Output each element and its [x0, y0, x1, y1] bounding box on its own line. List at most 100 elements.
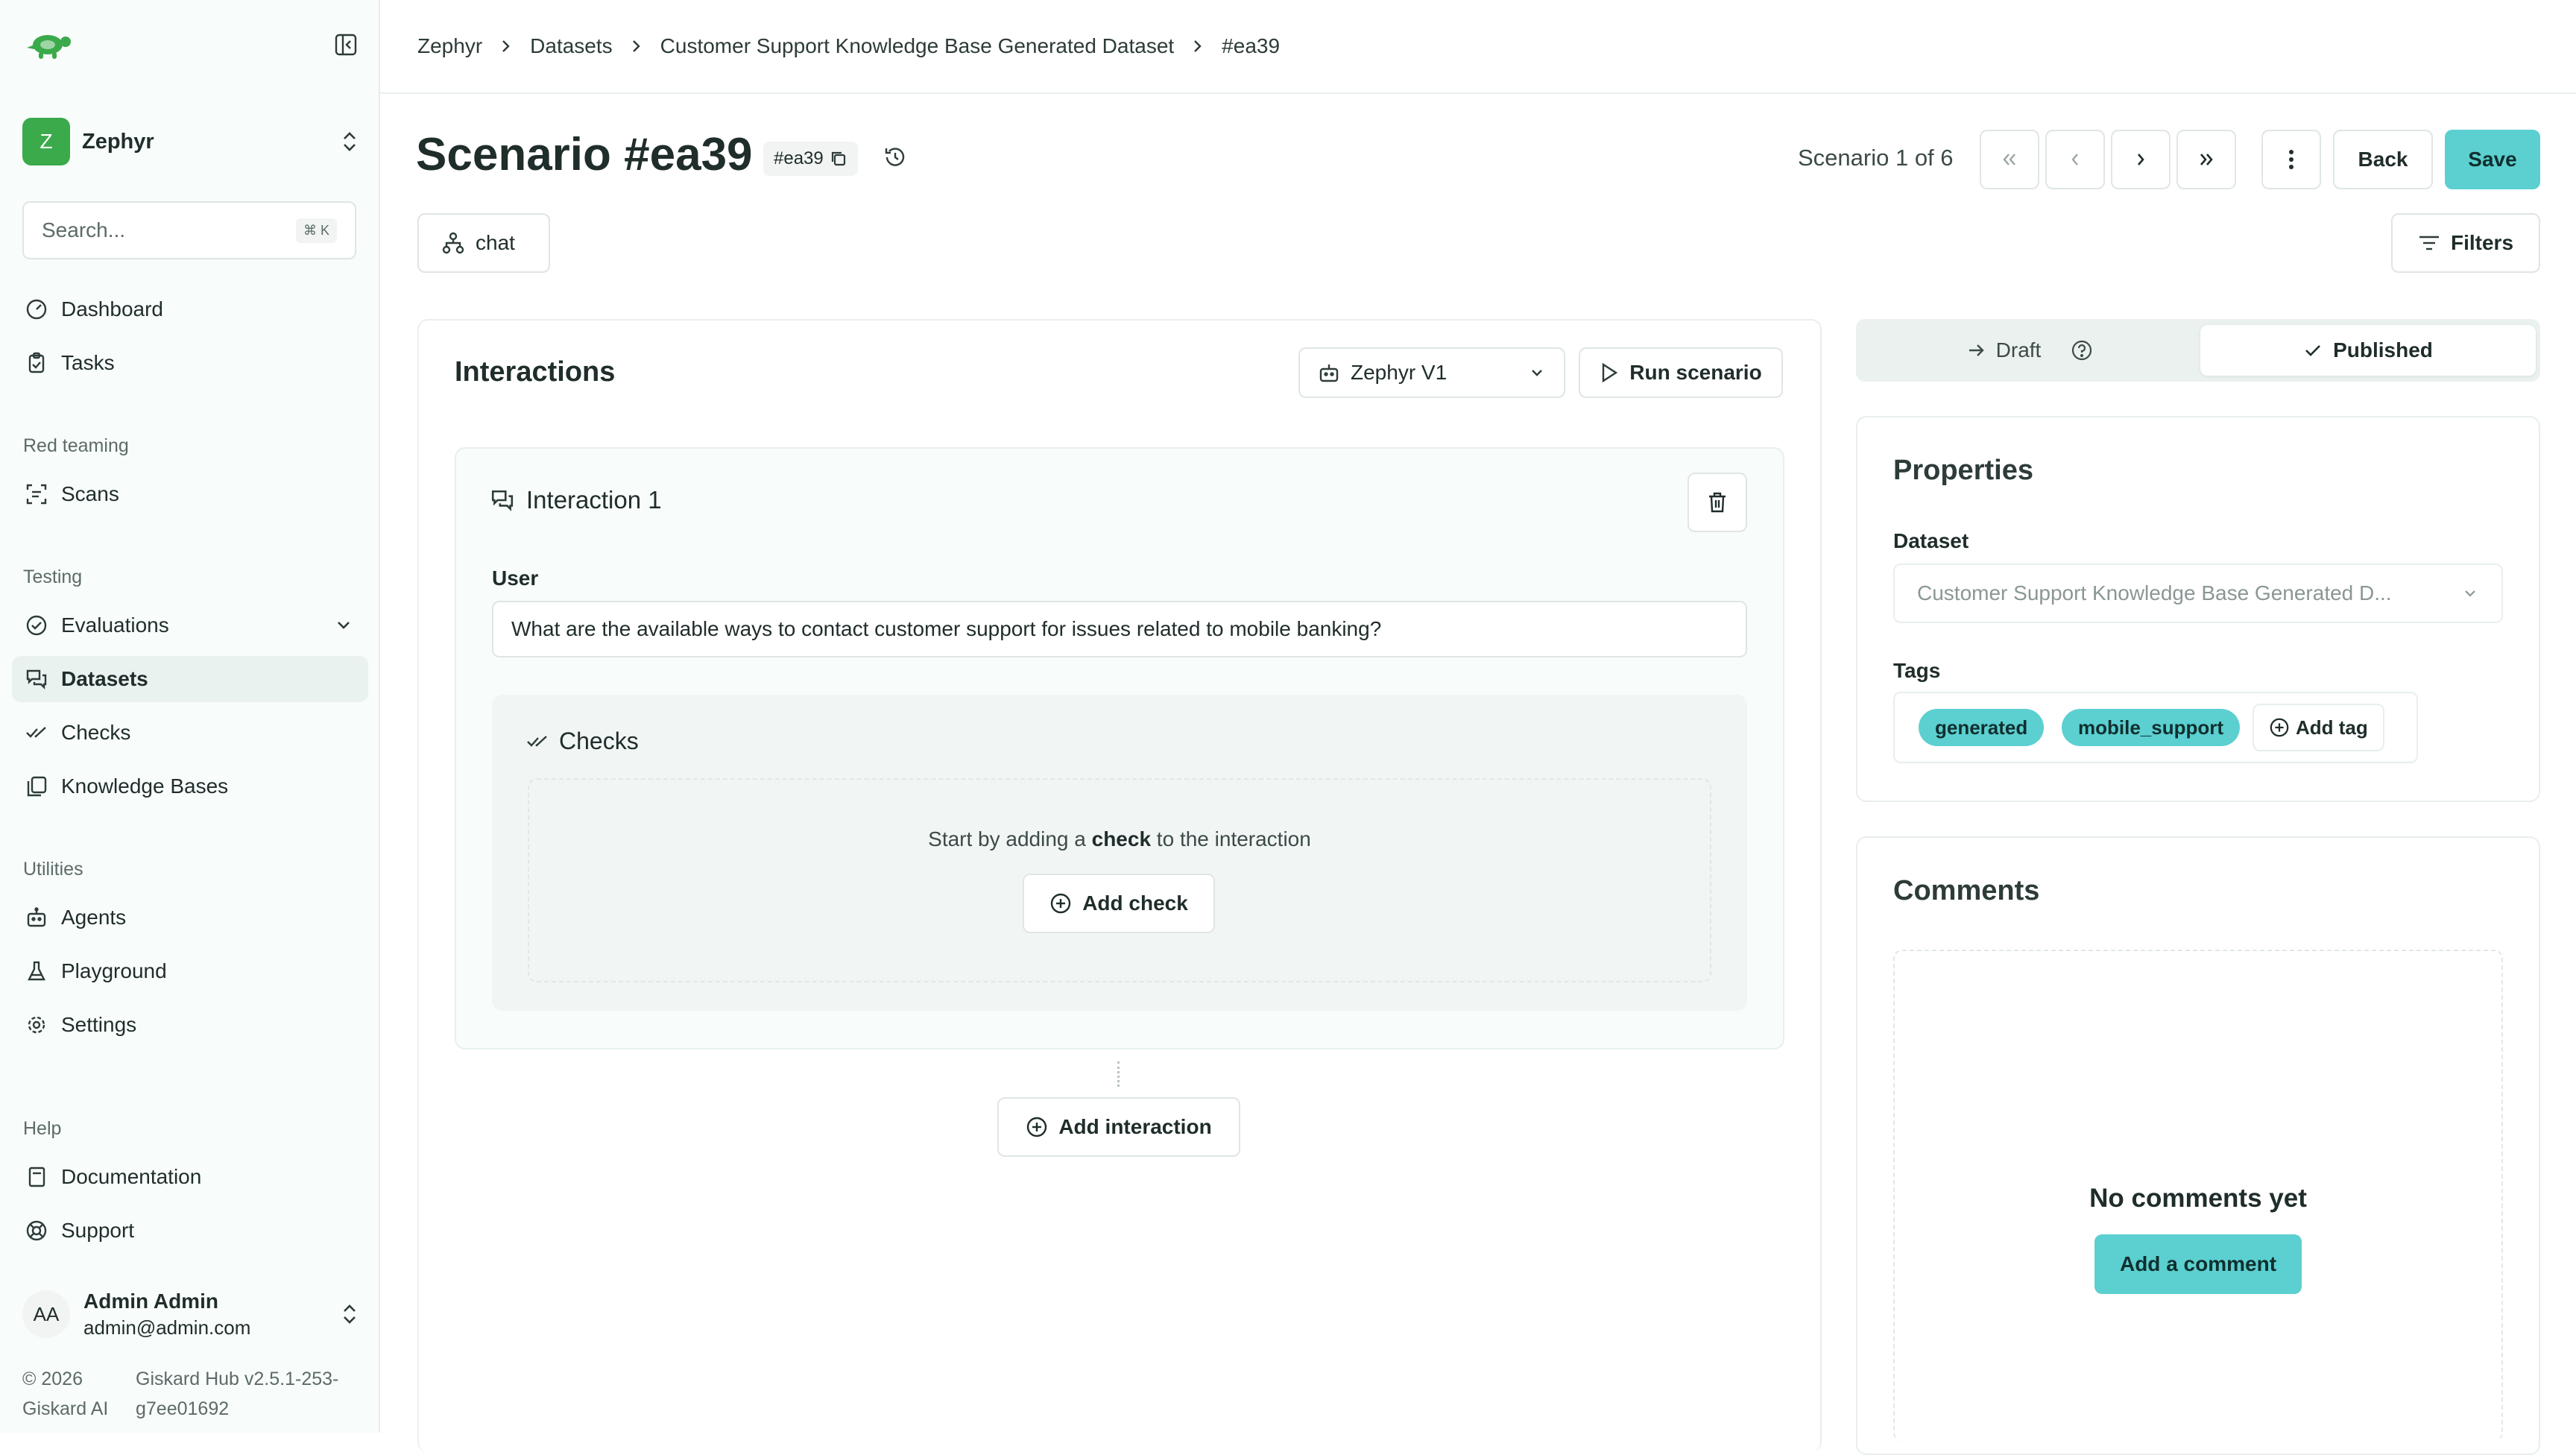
- sidebar-item-settings[interactable]: Settings: [12, 1002, 368, 1048]
- sidebar-item-label: Tasks: [61, 351, 115, 374]
- tag-mobile-support[interactable]: mobile_support: [2062, 709, 2241, 746]
- run-scenario-button[interactable]: Run scenario: [1579, 347, 1783, 398]
- add-interaction-button[interactable]: Add interaction: [997, 1097, 1240, 1157]
- history-icon[interactable]: [883, 145, 908, 170]
- filters-button[interactable]: Filters: [2391, 213, 2540, 273]
- chevron-down-icon: [2461, 584, 2479, 602]
- user-menu[interactable]: AA Admin Admin admin@admin.com: [22, 1287, 359, 1342]
- play-icon: [1600, 362, 1619, 383]
- breadcrumb-item[interactable]: Datasets: [530, 34, 613, 58]
- published-label: Published: [2333, 338, 2433, 362]
- sidebar-item-documentation[interactable]: Documentation: [12, 1154, 368, 1200]
- chevron-up-down-icon: [340, 129, 359, 154]
- next-scenario-button[interactable]: [2111, 130, 2171, 189]
- plus-circle-icon: [2269, 717, 2290, 738]
- messages-icon: [490, 488, 514, 512]
- properties-title: Properties: [1893, 455, 2033, 486]
- clipboard-icon: [24, 350, 49, 376]
- user-message-input[interactable]: What are the available ways to contact c…: [492, 601, 1747, 657]
- sidebar-item-datasets[interactable]: Datasets: [12, 656, 368, 702]
- add-interaction-label: Add interaction: [1058, 1115, 1212, 1138]
- sidebar-item-evaluations[interactable]: Evaluations: [12, 602, 368, 648]
- section-testing: Testing: [23, 566, 83, 587]
- sidebar-item-label: Settings: [61, 1013, 137, 1036]
- checks-header: Checks: [526, 728, 639, 755]
- copyright: © 2026 Giskard AI: [22, 1369, 109, 1419]
- section-red-teaming: Red teaming: [23, 435, 129, 456]
- avatar: AA: [22, 1290, 70, 1338]
- breadcrumb-item[interactable]: Customer Support Knowledge Base Generate…: [660, 34, 1175, 58]
- published-option[interactable]: Published: [2200, 325, 2536, 376]
- draft-option[interactable]: Draft: [1862, 325, 2197, 376]
- dataset-select-value: Customer Support Knowledge Base Generate…: [1917, 581, 2392, 605]
- sidebar-item-label: Scans: [61, 482, 119, 505]
- sidebar-item-agents[interactable]: Agents: [12, 894, 368, 941]
- sidebar: Z Zephyr Search... ⌘ K Dashboard Tasks R…: [0, 0, 380, 1433]
- sidebar-item-label: Dashboard: [61, 297, 163, 321]
- sidebar-item-label: Evaluations: [61, 613, 169, 637]
- sidebar-item-label: Datasets: [61, 667, 148, 690]
- search-placeholder: Search...: [42, 218, 126, 242]
- comments-empty-text: No comments yet: [2089, 1184, 2307, 1213]
- sidebar-item-label: Agents: [61, 906, 127, 929]
- add-tag-button[interactable]: Add tag: [2253, 704, 2384, 751]
- messages-icon: [24, 666, 49, 692]
- add-check-button[interactable]: Add check: [1023, 874, 1215, 933]
- dots-vertical-icon: [2288, 148, 2295, 171]
- tag-generated[interactable]: generated: [1919, 709, 2045, 746]
- check-icon: [2303, 341, 2323, 360]
- agent-select[interactable]: Zephyr V1: [1298, 347, 1565, 398]
- plus-circle-icon: [1049, 892, 1072, 915]
- user-name: Admin Admin: [83, 1289, 218, 1313]
- sidebar-item-label: Support: [61, 1219, 135, 1242]
- save-button[interactable]: Save: [2445, 130, 2540, 189]
- sidebar-item-support[interactable]: Support: [12, 1208, 368, 1254]
- draft-label: Draft: [1995, 338, 2042, 362]
- dataset-select[interactable]: Customer Support Knowledge Base Generate…: [1893, 564, 2503, 623]
- interaction-header: Interaction 1: [490, 486, 662, 514]
- delete-interaction-button[interactable]: [1688, 473, 1747, 532]
- scenario-counter: Scenario 1 of 6: [1798, 145, 1954, 171]
- double-check-icon: [24, 720, 49, 745]
- chevron-down-icon: [1528, 364, 1546, 382]
- sidebar-item-playground[interactable]: Playground: [12, 948, 368, 994]
- org-name: Zephyr: [82, 129, 154, 154]
- checks-title: Checks: [559, 728, 639, 754]
- sidebar-item-checks[interactable]: Checks: [12, 710, 368, 756]
- add-comment-button[interactable]: Add a comment: [2094, 1234, 2302, 1294]
- back-button[interactable]: Back: [2333, 130, 2433, 189]
- id-badge[interactable]: #ea39: [763, 142, 858, 176]
- first-scenario-button[interactable]: [1980, 130, 2039, 189]
- breadcrumb: Zephyr Datasets Customer Support Knowled…: [417, 30, 1280, 63]
- plus-circle-icon: [1026, 1116, 1048, 1138]
- breadcrumb-current: #ea39: [1222, 34, 1281, 57]
- chat-type-button[interactable]: chat: [417, 213, 550, 273]
- agent-select-value: Zephyr V1: [1351, 361, 1448, 384]
- org-avatar: Z: [22, 118, 70, 165]
- more-options-button[interactable]: [2261, 130, 2321, 189]
- chevron-down-icon: [334, 616, 353, 635]
- search-input[interactable]: Search... ⌘ K: [22, 201, 356, 259]
- interaction-title: Interaction 1: [526, 486, 662, 514]
- search-shortcut: ⌘ K: [295, 218, 337, 243]
- last-scenario-button[interactable]: [2176, 130, 2236, 189]
- sidebar-item-knowledge-bases[interactable]: Knowledge Bases: [12, 763, 368, 809]
- section-help: Help: [23, 1118, 62, 1139]
- collapse-sidebar-icon[interactable]: [334, 33, 358, 57]
- connector-line: [1117, 1061, 1120, 1087]
- breadcrumb-item[interactable]: Zephyr: [417, 34, 482, 58]
- user-email: admin@admin.com: [83, 1316, 251, 1339]
- sidebar-item-dashboard[interactable]: Dashboard: [12, 286, 368, 332]
- org-switcher[interactable]: Z Zephyr: [22, 118, 359, 165]
- giskard-logo-icon[interactable]: [22, 28, 72, 61]
- previous-scenario-button[interactable]: [2045, 130, 2105, 189]
- add-check-label: Add check: [1082, 891, 1188, 915]
- help-circle-icon[interactable]: [2071, 339, 2093, 362]
- sidebar-item-scans[interactable]: Scans: [12, 471, 368, 517]
- hierarchy-icon: [441, 231, 465, 255]
- checks-empty-text: Start by adding a check to the interacti…: [928, 827, 1311, 850]
- trash-icon: [1706, 490, 1729, 514]
- sidebar-item-tasks[interactable]: Tasks: [12, 340, 368, 386]
- comments-title: Comments: [1893, 875, 2040, 906]
- arrow-right-icon: [1966, 341, 1986, 360]
